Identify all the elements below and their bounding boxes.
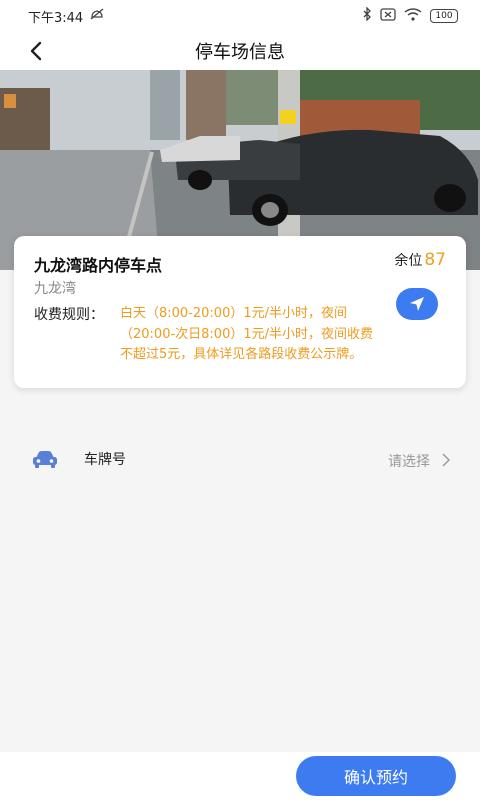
parking-district: 九龙湾 bbox=[34, 281, 76, 297]
plate-label: 车牌号 bbox=[84, 452, 126, 468]
bottom-bar: 确认预约 bbox=[0, 752, 480, 800]
navigation-arrow-icon bbox=[410, 297, 424, 311]
status-left: 下午3:44 bbox=[28, 7, 105, 26]
available-spaces: 余位 87 bbox=[394, 250, 446, 270]
chevron-right-icon bbox=[442, 452, 451, 471]
spaces-label: 余位 bbox=[394, 253, 423, 269]
license-plate-selector[interactable]: 车牌号 请选择 bbox=[0, 432, 480, 486]
battery-indicator: 100 bbox=[430, 9, 458, 23]
wifi-icon bbox=[404, 7, 422, 25]
navigate-button[interactable] bbox=[396, 288, 438, 320]
confirm-booking-button[interactable]: 确认预约 bbox=[296, 756, 456, 796]
status-time: 下午3:44 bbox=[28, 10, 84, 26]
fee-rules-text: 白天（8:00-20:00）1元/半小时，夜间（20:00-次日8:00）1元/… bbox=[120, 306, 373, 362]
car-icon bbox=[32, 449, 58, 473]
back-arrow-icon bbox=[30, 41, 42, 61]
parking-info-card: 九龙湾路内停车点 余位 87 九龙湾 收费规则： 白天（8:00-20:00）1… bbox=[14, 236, 466, 388]
mute-icon bbox=[89, 7, 105, 25]
back-button[interactable] bbox=[22, 37, 50, 65]
spaces-count: 87 bbox=[424, 250, 446, 270]
fee-rules-label: 收费规则： bbox=[34, 307, 104, 323]
bluetooth-icon bbox=[362, 6, 372, 25]
status-right: 100 bbox=[362, 6, 458, 25]
page-title: 停车场信息 bbox=[195, 42, 285, 63]
parking-lot-name: 九龙湾路内停车点 bbox=[34, 256, 163, 275]
sim-off-icon bbox=[380, 7, 396, 25]
app-header: 停车场信息 bbox=[0, 32, 480, 70]
status-bar: 下午3:44 100 bbox=[0, 0, 480, 32]
plate-placeholder: 请选择 bbox=[388, 454, 430, 470]
